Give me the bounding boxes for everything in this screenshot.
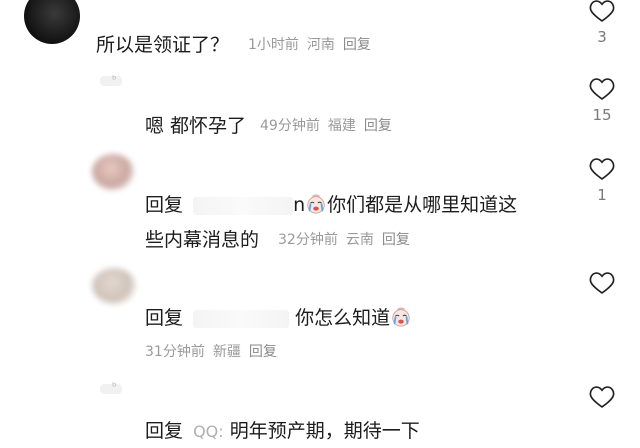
comment-time: 32分钟前 xyxy=(278,232,338,248)
comment-text: 嗯 都怀孕了 xyxy=(145,115,247,137)
reply-prefix: 回复 xyxy=(145,307,184,329)
comment-text: 回复 你怎么知道 xyxy=(145,303,412,330)
like-button[interactable] xyxy=(585,272,619,294)
username: ᵇ xyxy=(112,380,117,393)
avatar[interactable] xyxy=(92,268,136,304)
username: ᵇ xyxy=(112,73,117,86)
reply-prefix: 回复 xyxy=(145,420,184,442)
comment-time: 49分钟前 xyxy=(260,118,320,134)
crying-face-emoji-icon xyxy=(307,194,325,214)
avatar[interactable] xyxy=(100,384,122,394)
comment-time: 31分钟前 xyxy=(145,344,205,360)
heart-outline-icon xyxy=(589,158,615,180)
like-count: 1 xyxy=(597,186,607,204)
avatar[interactable] xyxy=(92,154,134,190)
comment-text: 回复 QQ: 明年预产期，期待一下 xyxy=(145,420,420,442)
comment-text-line2: 些内幕消息的 xyxy=(145,229,260,251)
heart-outline-icon xyxy=(589,272,615,294)
like-count: 3 xyxy=(597,28,607,46)
comment-location: 福建 xyxy=(327,118,356,134)
reply-button[interactable]: 回复 xyxy=(343,37,371,53)
like-button[interactable]: 15 xyxy=(585,78,619,124)
comment-meta: 32分钟前 云南 回复 xyxy=(278,229,418,249)
comment-meta: 49分钟前 福建 回复 xyxy=(260,115,400,135)
like-count: 15 xyxy=(592,106,612,124)
comment-location: 河南 xyxy=(306,37,335,53)
crying-face-emoji-icon xyxy=(392,307,410,327)
like-button[interactable]: 3 xyxy=(585,0,619,46)
comment-time: 1小时前 xyxy=(248,37,299,53)
comment-text: 回复 n 你们都是从哪里知道这 xyxy=(145,194,518,216)
heart-outline-icon xyxy=(589,0,615,22)
avatar[interactable] xyxy=(100,76,122,86)
heart-outline-icon xyxy=(589,78,615,100)
comment-location: 新疆 xyxy=(212,344,241,360)
heart-outline-icon xyxy=(589,386,615,408)
mentioned-username[interactable] xyxy=(193,309,290,328)
mentioned-username-tail: n xyxy=(293,194,306,216)
mentioned-username[interactable] xyxy=(193,196,294,215)
comment-meta: 31分钟前 新疆 回复 xyxy=(145,341,285,361)
reply-button[interactable]: 回复 xyxy=(249,344,277,360)
comment-text: 所以是领证了？ xyxy=(96,34,230,56)
like-button[interactable]: 1 xyxy=(585,158,619,204)
avatar[interactable] xyxy=(24,0,80,44)
comment-meta: 1小时前 河南 回复 xyxy=(248,34,379,54)
comment-location: 云南 xyxy=(345,232,374,248)
reply-button[interactable]: 回复 xyxy=(382,232,410,248)
reply-prefix: 回复 xyxy=(145,194,184,216)
mentioned-source[interactable]: QQ: xyxy=(193,422,224,441)
reply-button[interactable]: 回复 xyxy=(364,118,392,134)
like-button[interactable] xyxy=(585,386,619,408)
